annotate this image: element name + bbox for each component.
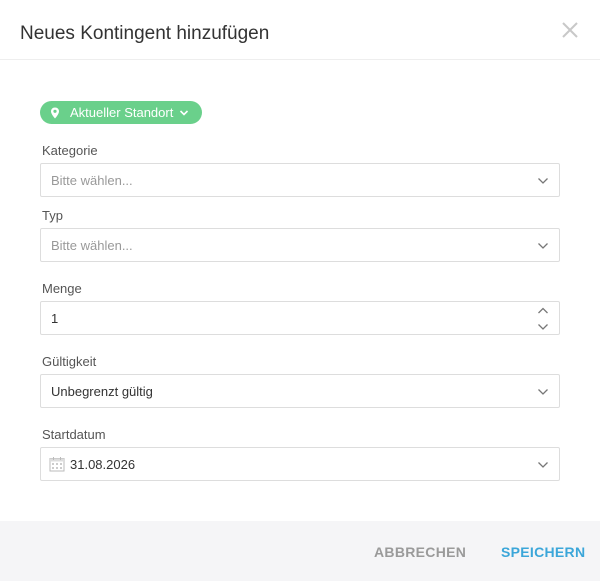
chevron-down-icon [538,389,548,395]
chevron-down-icon [538,178,548,184]
kategorie-label: Kategorie [42,143,98,158]
chevron-down-icon[interactable] [537,321,549,333]
menge-input[interactable]: 1 [40,301,560,335]
add-quota-dialog: Neues Kontingent hinzufügen Aktueller St… [0,0,600,581]
startdatum-value: 31.08.2026 [70,456,136,472]
dialog-header: Neues Kontingent hinzufügen [0,0,600,60]
startdatum-label: Startdatum [42,427,106,442]
cancel-button[interactable]: ABBRECHEN [374,544,466,560]
chevron-down-icon [538,243,548,249]
location-dropdown[interactable]: Aktueller Standort [40,101,202,124]
close-icon[interactable] [558,18,582,42]
chevron-down-icon [180,109,189,116]
gueltigkeit-value: Unbegrenzt gültig [51,383,153,399]
save-button[interactable]: SPEICHERN [501,544,585,560]
dialog-footer: ABBRECHEN SPEICHERN [0,521,600,581]
typ-placeholder: Bitte wählen... [51,237,133,253]
dialog-title: Neues Kontingent hinzufügen [20,23,270,44]
location-label: Aktueller Standort [70,105,174,120]
map-pin-icon [51,107,59,118]
chevron-down-icon [538,462,548,468]
menge-value: 1 [51,310,59,326]
quantity-stepper[interactable] [537,305,549,333]
chevron-up-icon[interactable] [537,305,549,317]
menge-label: Menge [42,281,82,296]
kategorie-select[interactable]: Bitte wählen... [40,163,560,197]
typ-label: Typ [42,208,63,223]
startdatum-picker[interactable]: 31.08.2026 [40,447,560,481]
typ-select[interactable]: Bitte wählen... [40,228,560,262]
gueltigkeit-label: Gültigkeit [42,354,97,369]
calendar-icon [49,457,65,472]
gueltigkeit-select[interactable]: Unbegrenzt gültig [40,374,560,408]
kategorie-placeholder: Bitte wählen... [51,172,133,188]
